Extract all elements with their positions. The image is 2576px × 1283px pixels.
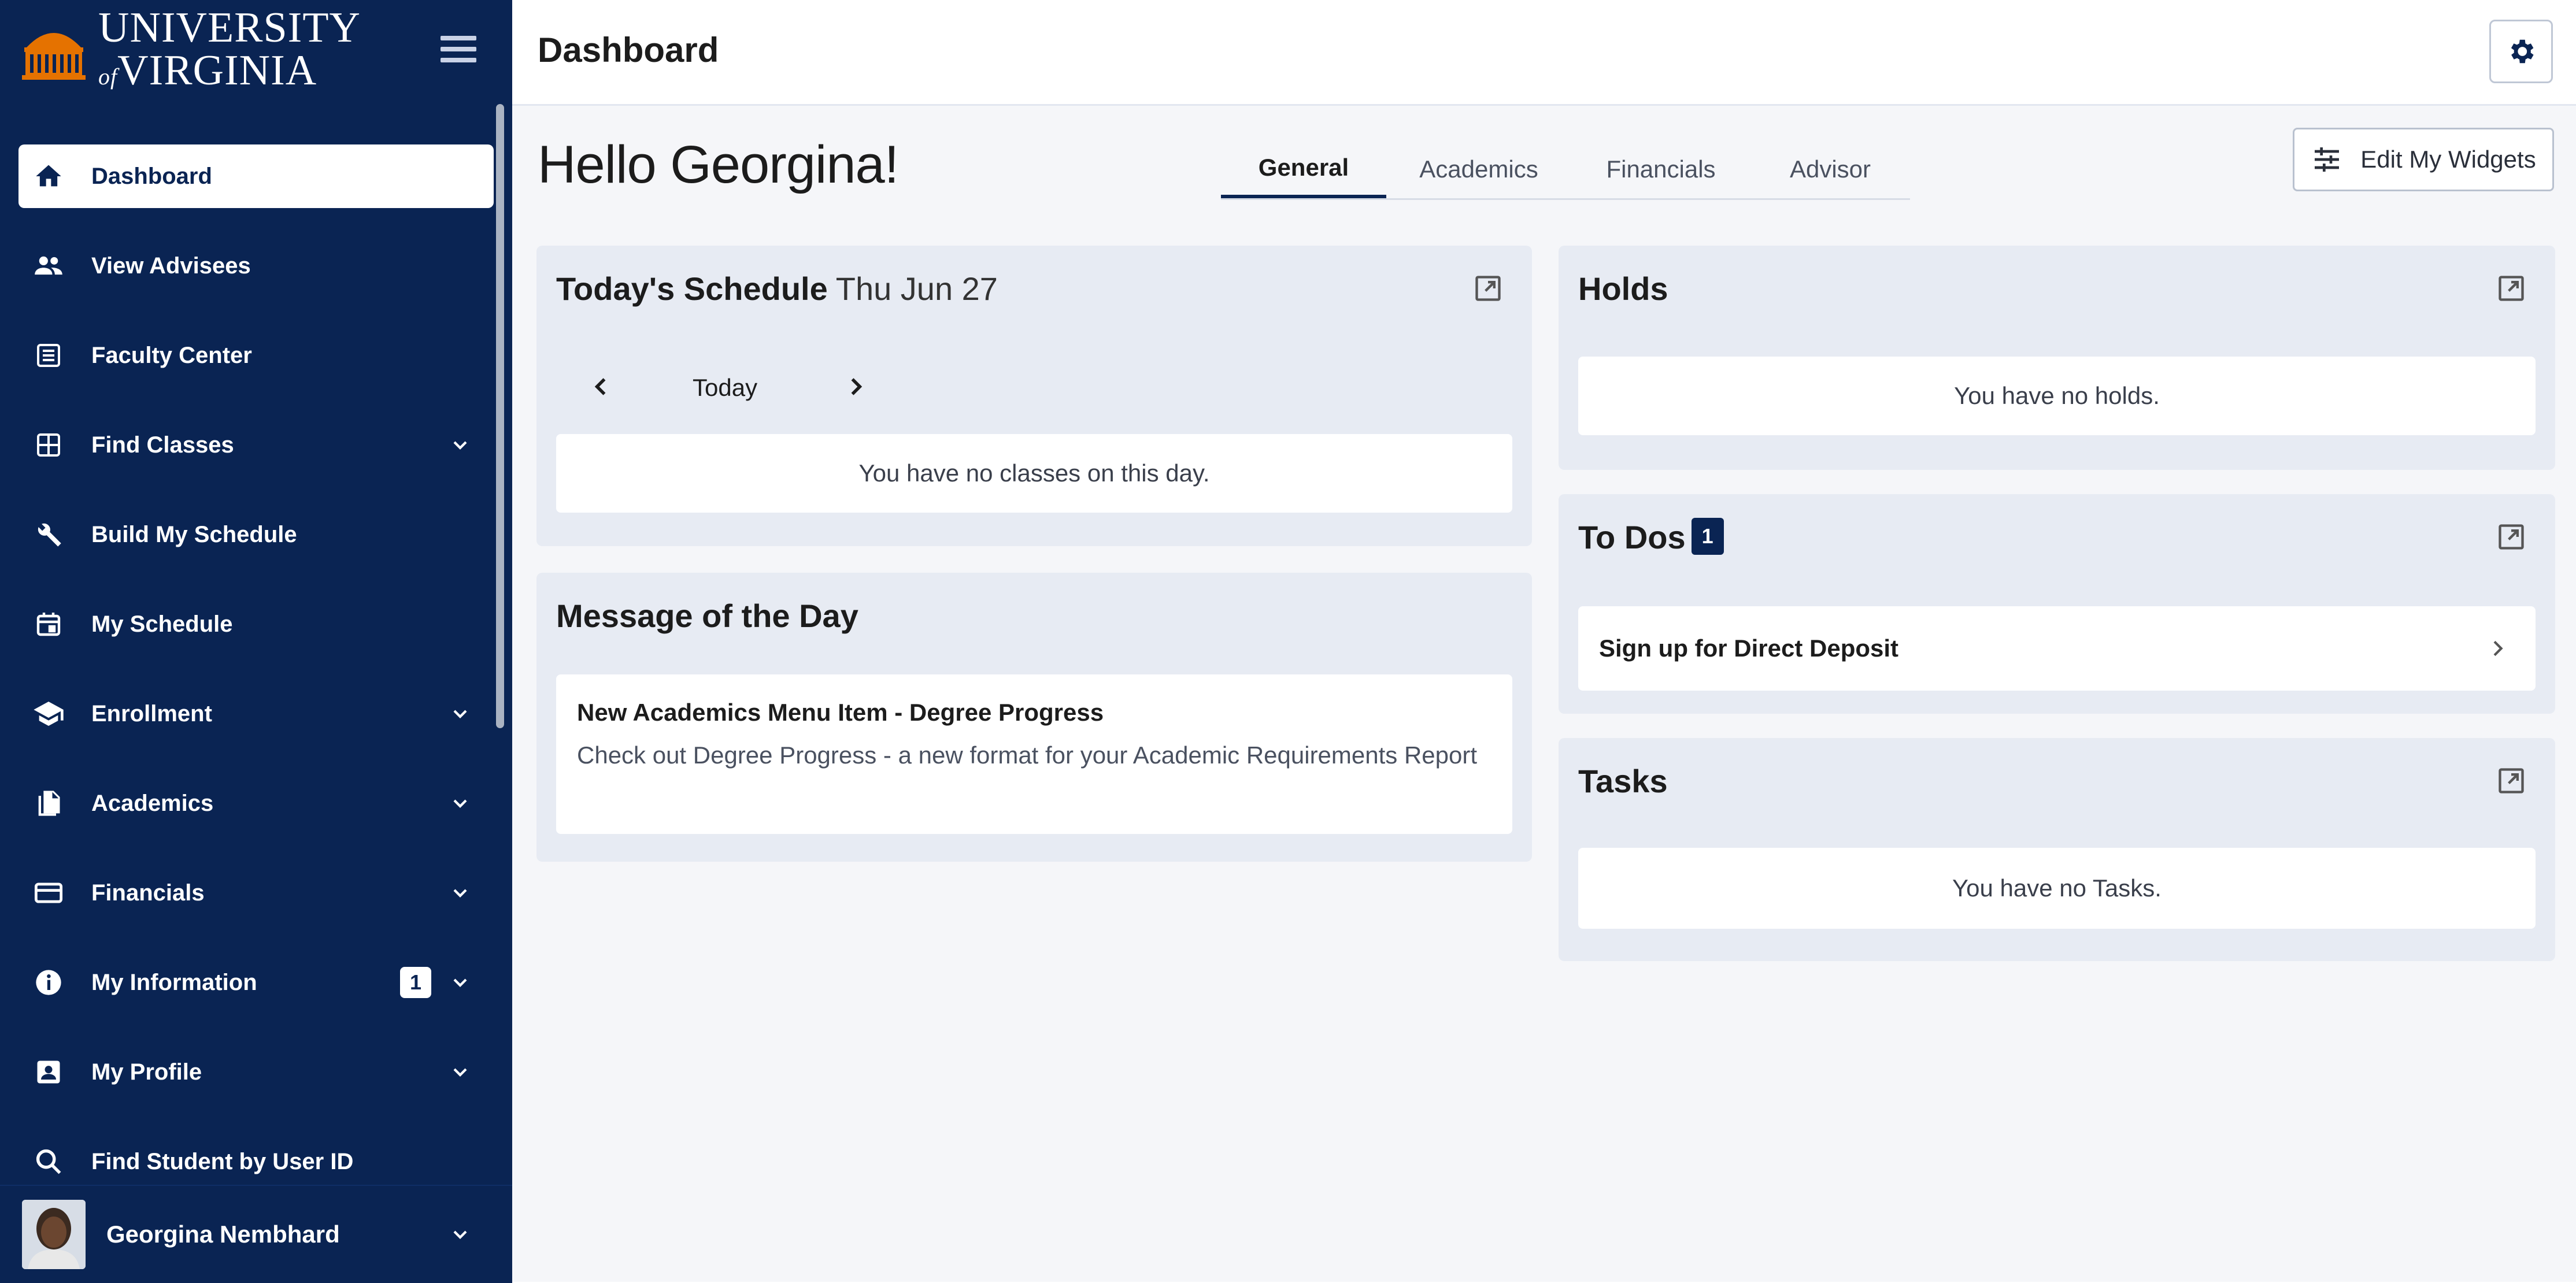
info-icon xyxy=(31,965,66,1000)
message-title: Message of the Day xyxy=(556,598,858,634)
sidebar-item-academics[interactable]: Academics xyxy=(18,772,494,835)
chevron-down-icon[interactable] xyxy=(449,1223,472,1246)
sidebar-item-label: Find Student by User ID xyxy=(91,1148,354,1174)
settings-button[interactable] xyxy=(2489,20,2553,83)
todos-count-badge: 1 xyxy=(1691,518,1724,555)
external-link-icon[interactable] xyxy=(1473,273,1503,303)
dashboard-tabs: General Academics Financials Advisor xyxy=(1221,140,1910,200)
sidebar-item-find-student[interactable]: Find Student by User ID xyxy=(18,1130,494,1193)
sidebar-item-label: My Profile xyxy=(91,1059,202,1085)
tasks-empty-message: You have no Tasks. xyxy=(1578,848,2536,929)
documents-icon xyxy=(31,786,66,821)
chevron-down-icon[interactable] xyxy=(449,702,472,725)
today-label[interactable]: Today xyxy=(693,374,757,402)
top-bar: Dashboard xyxy=(512,0,2576,106)
message-card: Message of the Day New Academics Menu It… xyxy=(536,573,1532,862)
university-logo[interactable]: UNIVERSITY ofVIRGINIA xyxy=(22,6,361,92)
chevron-down-icon[interactable] xyxy=(449,881,472,904)
greeting: Hello Georgina! xyxy=(538,135,899,194)
grid-icon xyxy=(31,428,66,462)
tab-advisor[interactable]: Advisor xyxy=(1750,140,1910,198)
sidebar-item-label: Build My Schedule xyxy=(91,521,297,547)
holds-title: Holds xyxy=(1578,270,1668,307)
schedule-empty-message: You have no classes on this day. xyxy=(556,434,1512,513)
people-icon xyxy=(31,249,66,283)
tasks-card: Tasks You have no Tasks. xyxy=(1559,738,2555,961)
sidebar-item-label: My Information xyxy=(91,969,257,995)
sidebar-item-label: Academics xyxy=(91,790,214,816)
external-link-icon[interactable] xyxy=(2496,522,2526,552)
chevron-down-icon[interactable] xyxy=(449,1060,472,1084)
tab-financials[interactable]: Financials xyxy=(1571,140,1750,198)
edit-widgets-button[interactable]: Edit My Widgets xyxy=(2293,128,2554,191)
external-link-icon[interactable] xyxy=(2496,766,2526,796)
message-body: New Academics Menu Item - Degree Progres… xyxy=(556,674,1512,834)
sidebar-item-dashboard[interactable]: Dashboard xyxy=(18,144,494,208)
sidebar-item-label: Find Classes xyxy=(91,432,234,458)
sidebar-scrollbar[interactable] xyxy=(496,104,504,728)
chevron-down-icon[interactable] xyxy=(449,433,472,457)
sidebar-item-enrollment[interactable]: Enrollment xyxy=(18,682,494,746)
todos-card: To Dos 1 Sign up for Direct Deposit xyxy=(1559,494,2555,714)
profile-icon xyxy=(31,1055,66,1089)
wordmark-line2: VIRGINIA xyxy=(117,47,317,94)
user-name: Georgina Nembhard xyxy=(106,1221,340,1248)
todo-item-label: Sign up for Direct Deposit xyxy=(1599,635,1899,662)
schedule-date: Thu Jun 27 xyxy=(835,270,998,307)
sliders-icon xyxy=(2315,147,2340,172)
avatar xyxy=(22,1200,86,1269)
search-icon xyxy=(31,1144,66,1179)
sidebar-item-my-information[interactable]: My Information 1 xyxy=(18,951,494,1014)
sidebar-item-faculty-center[interactable]: Faculty Center xyxy=(18,324,494,387)
page-title: Dashboard xyxy=(538,31,719,69)
sidebar-item-build-my-schedule[interactable]: Build My Schedule xyxy=(18,503,494,566)
sidebar-item-label: My Schedule xyxy=(91,611,233,637)
sidebar: UNIVERSITY ofVIRGINIA Dashboard View Adv… xyxy=(0,0,512,1283)
schedule-title: Today's Schedule Thu Jun 27 xyxy=(556,270,998,307)
university-wordmark: UNIVERSITY ofVIRGINIA xyxy=(98,6,361,92)
tab-academics[interactable]: Academics xyxy=(1386,140,1571,198)
sidebar-item-find-classes[interactable]: Find Classes xyxy=(18,413,494,477)
wordmark-line1: UNIVERSITY xyxy=(98,4,361,51)
sidebar-item-my-schedule[interactable]: My Schedule xyxy=(18,592,494,656)
tasks-title: Tasks xyxy=(1578,763,1668,799)
wrench-icon xyxy=(31,517,66,552)
sidebar-item-label: Faculty Center xyxy=(91,342,252,368)
message-headline: New Academics Menu Item - Degree Progres… xyxy=(577,699,1104,726)
sidebar-item-financials[interactable]: Financials xyxy=(18,861,494,925)
home-icon xyxy=(31,159,66,194)
sidebar-item-view-advisees[interactable]: View Advisees xyxy=(18,234,494,298)
todo-item[interactable]: Sign up for Direct Deposit xyxy=(1578,606,2536,691)
sidebar-item-label: Dashboard xyxy=(91,163,212,189)
notification-badge: 1 xyxy=(400,967,431,998)
list-icon xyxy=(31,338,66,373)
user-menu[interactable]: Georgina Nembhard xyxy=(0,1185,512,1283)
chevron-down-icon[interactable] xyxy=(449,792,472,815)
edit-widgets-label: Edit My Widgets xyxy=(2360,146,2536,173)
calendar-icon xyxy=(31,607,66,642)
sidebar-item-my-profile[interactable]: My Profile xyxy=(18,1040,494,1104)
chevron-down-icon[interactable] xyxy=(449,971,472,994)
message-text: Check out Degree Progress - a new format… xyxy=(577,741,1478,769)
external-link-icon[interactable] xyxy=(2496,273,2526,303)
chevron-left-icon[interactable] xyxy=(589,374,614,399)
sidebar-item-label: View Advisees xyxy=(91,253,251,279)
sidebar-item-label: Financials xyxy=(91,880,205,906)
graduation-icon xyxy=(31,696,66,731)
chevron-right-icon xyxy=(2493,640,2503,657)
holds-card: Holds You have no holds. xyxy=(1559,246,2555,470)
app-root: UNIVERSITY ofVIRGINIA Dashboard View Adv… xyxy=(0,0,2576,1283)
rotunda-icon xyxy=(22,33,86,80)
card-icon xyxy=(31,876,66,910)
schedule-card: Today's Schedule Thu Jun 27 Today You hav… xyxy=(536,246,1532,546)
menu-toggle-icon[interactable] xyxy=(441,36,476,62)
tab-general[interactable]: General xyxy=(1221,140,1386,198)
sidebar-item-label: Enrollment xyxy=(91,700,212,726)
todos-title: To Dos 1 xyxy=(1578,518,1724,558)
chevron-right-icon[interactable] xyxy=(843,374,868,399)
wordmark-of: of xyxy=(98,64,118,90)
main-content: Hello Georgina! General Academics Financ… xyxy=(512,106,2576,1282)
gear-icon xyxy=(2511,39,2534,64)
holds-empty-message: You have no holds. xyxy=(1578,357,2536,435)
